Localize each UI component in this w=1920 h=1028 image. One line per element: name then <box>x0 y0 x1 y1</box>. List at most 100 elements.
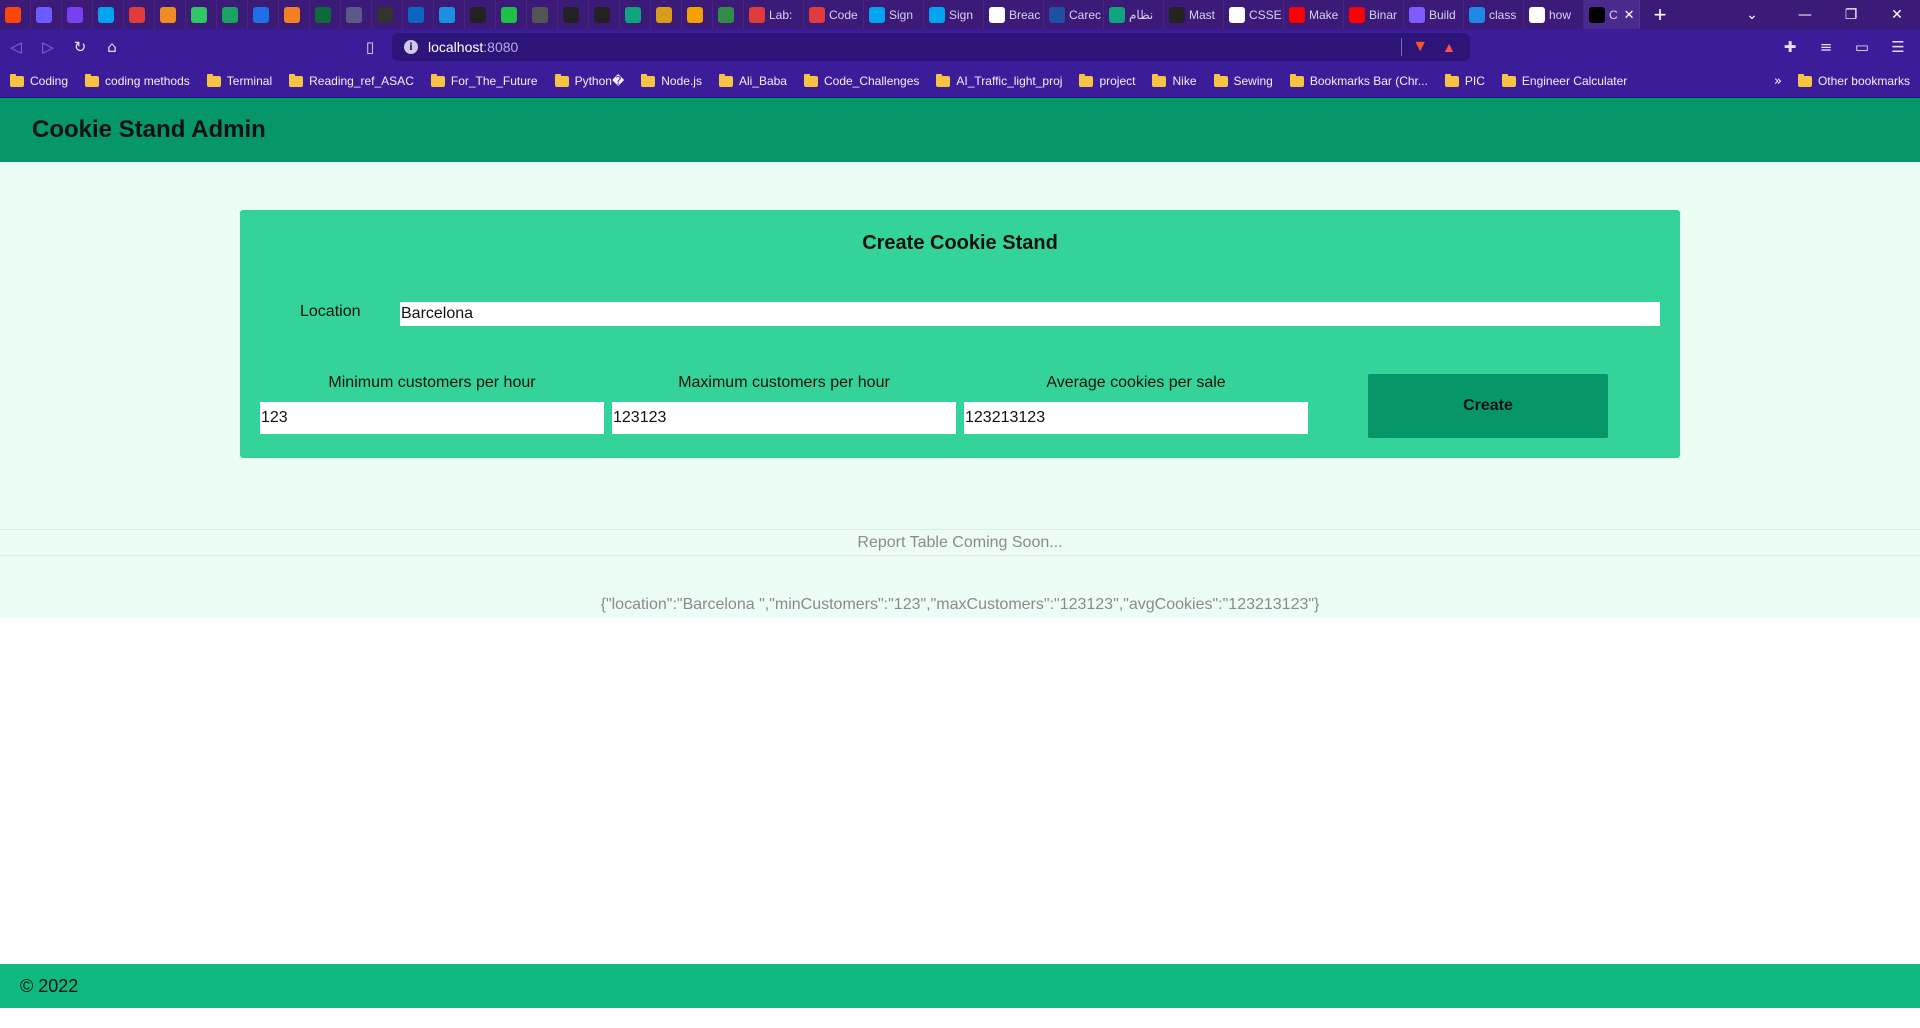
browser-tab[interactable] <box>186 0 217 29</box>
browser-tab[interactable] <box>279 0 310 29</box>
bookmark-item[interactable]: Engineer Calculater <box>1501 73 1627 88</box>
browser-tab[interactable] <box>341 0 372 29</box>
browser-tab[interactable]: Mast <box>1164 0 1224 29</box>
browser-tab[interactable] <box>124 0 155 29</box>
browser-tab[interactable]: نظام <box>1104 0 1164 29</box>
youtube-icon <box>1349 6 1365 23</box>
browser-tab[interactable]: Sign <box>924 0 984 29</box>
browser-tab[interactable] <box>558 0 589 29</box>
browser-tab[interactable]: Breac <box>984 0 1044 29</box>
bookmark-item[interactable]: Sewing <box>1213 73 1273 88</box>
bookmark-item[interactable]: PIC <box>1444 73 1485 88</box>
swirl-icon <box>36 6 52 23</box>
tab-title: CSSE <box>1249 7 1282 22</box>
browser-tab[interactable] <box>31 0 62 29</box>
browser-tab[interactable]: class <box>1464 0 1524 29</box>
browser-tab[interactable] <box>434 0 465 29</box>
browser-tab[interactable]: CSSE <box>1224 0 1284 29</box>
bookmark-item[interactable]: coding methods <box>85 73 190 88</box>
browser-tab[interactable] <box>155 0 186 29</box>
folder-icon <box>718 73 733 87</box>
w-icon <box>989 6 1005 23</box>
bookmark-item[interactable]: Code_Challenges <box>803 73 919 88</box>
menu-icon[interactable]: ☰ <box>1882 33 1914 61</box>
min-customers-label: Minimum customers per hour <box>328 374 536 391</box>
bookmark-item[interactable]: Nike <box>1152 73 1197 88</box>
browser-tab[interactable] <box>93 0 124 29</box>
bookmark-item[interactable]: Bookmarks Bar (Chr... <box>1289 73 1428 88</box>
iu-icon <box>1169 6 1185 23</box>
browser-tab[interactable]: C ✕ <box>1584 0 1640 29</box>
browser-tab[interactable] <box>713 0 744 29</box>
ring-icon <box>749 6 765 23</box>
browser-tab[interactable]: Lab: <box>744 0 804 29</box>
bookmark-item[interactable]: Reading_ref_ASAC <box>289 73 414 88</box>
browser-tab[interactable]: Sign <box>864 0 924 29</box>
browser-tab[interactable] <box>465 0 496 29</box>
browser-tab[interactable] <box>527 0 558 29</box>
bookmarks-overflow-icon[interactable]: » <box>1774 74 1782 89</box>
browser-tab[interactable] <box>589 0 620 29</box>
browser-tab[interactable]: Build <box>1404 0 1464 29</box>
close-window-icon[interactable]: ✕ <box>1874 0 1920 29</box>
create-button[interactable]: Create <box>1368 374 1608 438</box>
tab-close-icon[interactable]: ✕ <box>1624 7 1635 23</box>
bookmark-label: Ali_Baba <box>738 74 787 88</box>
browser-tab[interactable] <box>310 0 341 29</box>
browser-tab[interactable] <box>0 0 31 29</box>
browser-tab[interactable] <box>620 0 651 29</box>
playlist-icon[interactable]: ≡ <box>1810 33 1842 61</box>
address-bar[interactable]: i localhost:8080 ▼ ▲ <box>392 33 1470 61</box>
bookmark-icon[interactable]: ▯ <box>354 33 386 61</box>
bookmark-item[interactable]: project <box>1079 73 1136 88</box>
bookmark-label: Reading_ref_ASAC <box>309 74 414 88</box>
bookmark-item[interactable]: Terminal <box>206 73 272 88</box>
brave-rewards-icon[interactable]: ▲ <box>1442 39 1456 55</box>
browser-tabstrip: Lab: Code Sign Sign Breac Carec نظام Mast CSSE Ma… <box>0 0 1920 29</box>
bookmark-item[interactable]: For_The_Future <box>430 73 538 88</box>
browser-tab[interactable] <box>651 0 682 29</box>
bookmark-item[interactable]: AI_Traffic_light_proj <box>936 73 1062 88</box>
browser-tab[interactable] <box>372 0 403 29</box>
avg-cookies-input[interactable]: 123213123 <box>964 402 1308 434</box>
bookmark-item[interactable]: Coding <box>10 73 68 88</box>
tab-search-icon[interactable]: ⌄ <box>1722 0 1782 29</box>
browser-tab[interactable] <box>248 0 279 29</box>
browser-tab[interactable] <box>217 0 248 29</box>
bookmark-other[interactable]: Other bookmarks <box>1797 73 1910 88</box>
browser-tab[interactable] <box>62 0 93 29</box>
bookmark-item[interactable]: Node.js <box>641 73 702 88</box>
browser-tab[interactable] <box>403 0 434 29</box>
location-input[interactable]: Barcelona <box>400 302 1660 326</box>
browser-tab[interactable]: Carec <box>1044 0 1104 29</box>
brave-shields-icon[interactable]: ▼ <box>1412 38 1428 56</box>
bookmark-item[interactable]: Python� <box>554 73 624 88</box>
browser-tab[interactable]: how <box>1524 0 1584 29</box>
restore-icon[interactable]: ❐ <box>1828 0 1874 29</box>
forward-icon[interactable]: ▷ <box>32 33 64 61</box>
browser-tab[interactable]: Binar <box>1344 0 1404 29</box>
reload-icon[interactable]: ↻ <box>64 33 96 61</box>
max-customers-input[interactable]: 123123 <box>612 402 956 434</box>
bookmark-item[interactable]: Ali_Baba <box>718 73 787 88</box>
browser-tab[interactable] <box>682 0 713 29</box>
window-controls: ⌄ — ❐ ✕ <box>1722 0 1920 29</box>
bookmark-label: project <box>1099 74 1136 88</box>
home-icon[interactable]: ⌂ <box>96 33 128 61</box>
browser-tab[interactable]: Code <box>804 0 864 29</box>
new-tab-button[interactable]: + <box>1640 0 1680 29</box>
tab-title: Code <box>829 7 858 22</box>
site-info-icon[interactable]: i <box>404 40 418 54</box>
folder-icon <box>206 73 221 87</box>
max-customers-label: Maximum customers per hour <box>678 374 890 391</box>
browser-tab[interactable]: Make <box>1284 0 1344 29</box>
folder-icon <box>85 73 100 87</box>
browser-tab[interactable] <box>496 0 527 29</box>
extensions-icon[interactable]: ✚ <box>1774 33 1806 61</box>
wallet-icon[interactable]: ▭ <box>1846 33 1878 61</box>
minimize-icon[interactable]: — <box>1782 0 1828 29</box>
min-customers-input[interactable]: 123 <box>260 402 604 434</box>
main-content: Create Cookie Stand Location Barcelona M… <box>0 162 1920 618</box>
folder-icon <box>936 73 951 87</box>
back-icon[interactable]: ◁ <box>0 33 32 61</box>
